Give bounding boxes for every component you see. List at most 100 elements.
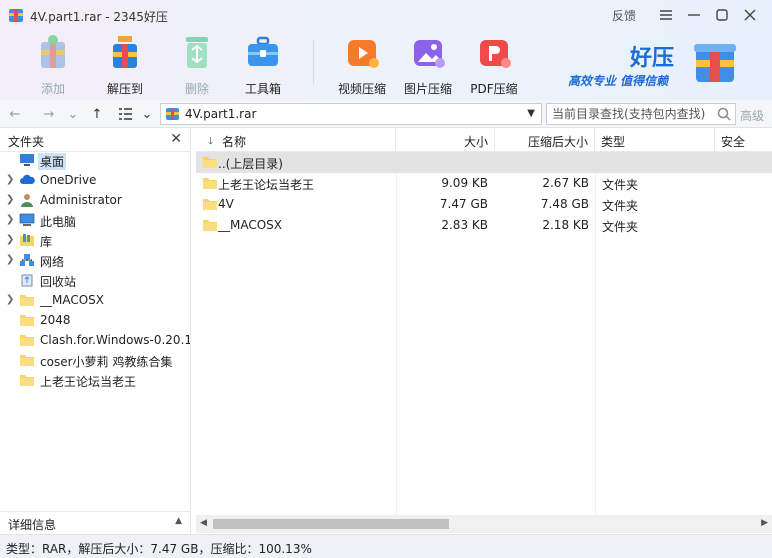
toolbox-button[interactable]: 工具箱 — [231, 28, 295, 98]
folder-icon — [20, 315, 34, 326]
extract-label: 解压到 — [106, 82, 143, 96]
detail-info-bar[interactable]: 详细信息 ▲ — [0, 511, 190, 533]
column-security[interactable]: 安全 — [715, 128, 772, 152]
image-compress-button[interactable]: 图片压缩 — [396, 28, 460, 98]
recycle-bin-icon — [21, 274, 33, 287]
add-archive-icon — [41, 35, 65, 68]
status-bar: 类型：RAR，解压后大小：7.47 GB，压缩比：100.13% — [0, 534, 772, 558]
pdf-compress-button[interactable]: PDF压缩 — [462, 28, 526, 98]
video-compress-button[interactable]: 视频压缩 — [330, 28, 394, 98]
tree-item-label: Clash.for.Windows-0.20.16 — [40, 333, 190, 347]
detail-info-label: 详细信息 — [8, 518, 57, 532]
file-size: 2.83 KB — [441, 218, 488, 232]
file-size: 7.47 GB — [439, 197, 488, 211]
file-row[interactable]: ..(上层目录) — [196, 152, 772, 173]
file-row[interactable]: 4V 7.47 GB 7.48 GB 文件夹 — [196, 194, 772, 215]
tree-item[interactable]: ❯ Administrator — [0, 190, 190, 210]
path-dropdown-icon[interactable]: ▼ — [527, 108, 535, 119]
search-icon[interactable] — [717, 107, 731, 121]
expand-chevron-icon[interactable]: ❯ — [6, 234, 14, 245]
folder-icon-wrap — [202, 218, 217, 232]
expand-chevron-icon[interactable]: ❯ — [6, 174, 14, 185]
view-dropdown-icon[interactable]: ⌄ — [138, 105, 156, 123]
scroll-right-icon[interactable]: ▶ — [761, 518, 768, 528]
search-input[interactable] — [547, 104, 712, 124]
forward-arrow-icon[interactable]: → — [40, 105, 58, 123]
expand-chevron-icon[interactable]: ❯ — [6, 194, 14, 205]
tree-icon-wrap — [19, 253, 35, 267]
tree-icon-wrap — [19, 353, 35, 367]
up-arrow-icon[interactable]: ↑ — [88, 105, 106, 123]
tree-item-label: 库 — [40, 235, 53, 249]
expand-chevron-icon[interactable]: ❯ — [6, 294, 14, 305]
file-size: 9.09 KB — [441, 176, 488, 190]
tree-item-label: OneDrive — [40, 173, 97, 187]
folder-icon-wrap — [202, 197, 217, 211]
tree-item[interactable]: Clash.for.Windows-0.20.16 — [0, 330, 190, 350]
tree-item-label: __MACOSX — [40, 293, 105, 307]
pdf-compress-icon — [480, 40, 511, 68]
folder-icon — [203, 157, 217, 168]
folder-icon — [20, 295, 34, 306]
title-bar: 4V.part1.rar - 2345好压 反馈 — [0, 0, 772, 30]
expand-chevron-icon[interactable]: ❯ — [6, 214, 14, 225]
tree-item[interactable]: coser小萝莉 鸡教练合集 — [0, 350, 190, 370]
collapse-chevron-icon[interactable]: ▲ — [175, 516, 182, 526]
tree-icon-wrap — [19, 293, 35, 307]
tree-item[interactable]: ❯ __MACOSX — [0, 290, 190, 310]
scroll-thumb[interactable] — [213, 519, 449, 529]
delete-button[interactable]: 删除 — [165, 28, 229, 98]
brand-box-icon — [694, 44, 736, 82]
tree-item[interactable]: 2048 — [0, 310, 190, 330]
tree-item[interactable]: 桌面 — [0, 150, 190, 170]
file-row[interactable]: __MACOSX 2.83 KB 2.18 KB 文件夹 — [196, 215, 772, 236]
tree-item[interactable]: ❯ 此电脑 — [0, 210, 190, 230]
tree-item-label: 网络 — [40, 255, 65, 269]
tree-icon-wrap — [19, 213, 35, 227]
tree-icon-wrap — [19, 373, 35, 387]
file-name: 4V — [218, 197, 234, 211]
minimize-icon[interactable] — [680, 4, 708, 26]
folder-icon — [203, 199, 217, 210]
column-name[interactable]: 🡓 名称 — [196, 128, 396, 152]
tree-item[interactable]: 上老王论坛当老王 — [0, 370, 190, 390]
tree-item[interactable]: ❯ OneDrive — [0, 170, 190, 190]
advanced-search-button[interactable]: 高级 — [740, 107, 764, 124]
view-mode-icon[interactable] — [116, 105, 134, 123]
tree-icon-wrap — [19, 333, 35, 347]
close-icon[interactable] — [736, 4, 764, 26]
recycle-delete-icon — [186, 37, 208, 68]
search-box[interactable] — [546, 103, 736, 125]
tree-item[interactable]: ❯ 网络 — [0, 250, 190, 270]
file-row[interactable]: 上老王论坛当老王 9.09 KB 2.67 KB 文件夹 — [196, 173, 772, 194]
file-rows: ..(上层目录) 上老王论坛当老王 9.09 KB 2.67 KB 文件夹 4V 7.47 … — [196, 152, 772, 236]
file-type: 文件夹 — [602, 178, 639, 192]
horizontal-scrollbar[interactable]: ◀ ▶ — [196, 515, 772, 533]
column-type[interactable]: 类型 — [595, 128, 715, 152]
history-chevron-icon[interactable]: ⌄ — [64, 105, 82, 123]
folder-icon — [203, 220, 217, 231]
column-size[interactable]: 大小 — [396, 128, 495, 152]
maximize-icon[interactable] — [708, 4, 736, 26]
network-icon — [20, 254, 34, 266]
column-packed-size[interactable]: 压缩后大小 — [495, 128, 595, 152]
toolbar-area: 4V.part1.rar - 2345好压 反馈 添加 解压到 删除 工具箱 视… — [0, 0, 772, 100]
back-arrow-icon[interactable]: ← — [6, 105, 24, 123]
feedback-link[interactable]: 反馈 — [612, 7, 636, 24]
expand-chevron-icon[interactable]: ❯ — [6, 254, 14, 265]
folder-panel-title: 文件夹 — [8, 135, 45, 149]
tree-icon-wrap — [19, 173, 35, 187]
file-list: 🡓 名称 大小 压缩后大小 类型 安全 ..(上层目录) 上老王论坛当老王 9.09… — [196, 128, 772, 534]
brand-slogan: 高效专业 值得信赖 — [568, 74, 669, 88]
scroll-left-icon[interactable]: ◀ — [200, 518, 207, 528]
folder-icon — [20, 355, 34, 366]
folder-tree: 桌面 ❯ OneDrive ❯ Administrator ❯ 此电脑 ❯ 库 ❯ 网络 回收站 ❯ __… — [0, 150, 190, 390]
add-button[interactable]: 添加 — [21, 28, 85, 98]
close-panel-icon[interactable]: ✕ — [170, 131, 182, 147]
cloud-icon — [20, 174, 35, 184]
menu-icon[interactable] — [652, 4, 680, 26]
tree-item[interactable]: ❯ 库 — [0, 230, 190, 250]
path-field[interactable]: 4V.part1.rar ▼ — [160, 103, 542, 125]
tree-item[interactable]: 回收站 — [0, 270, 190, 290]
extract-button[interactable]: 解压到 — [93, 28, 157, 98]
